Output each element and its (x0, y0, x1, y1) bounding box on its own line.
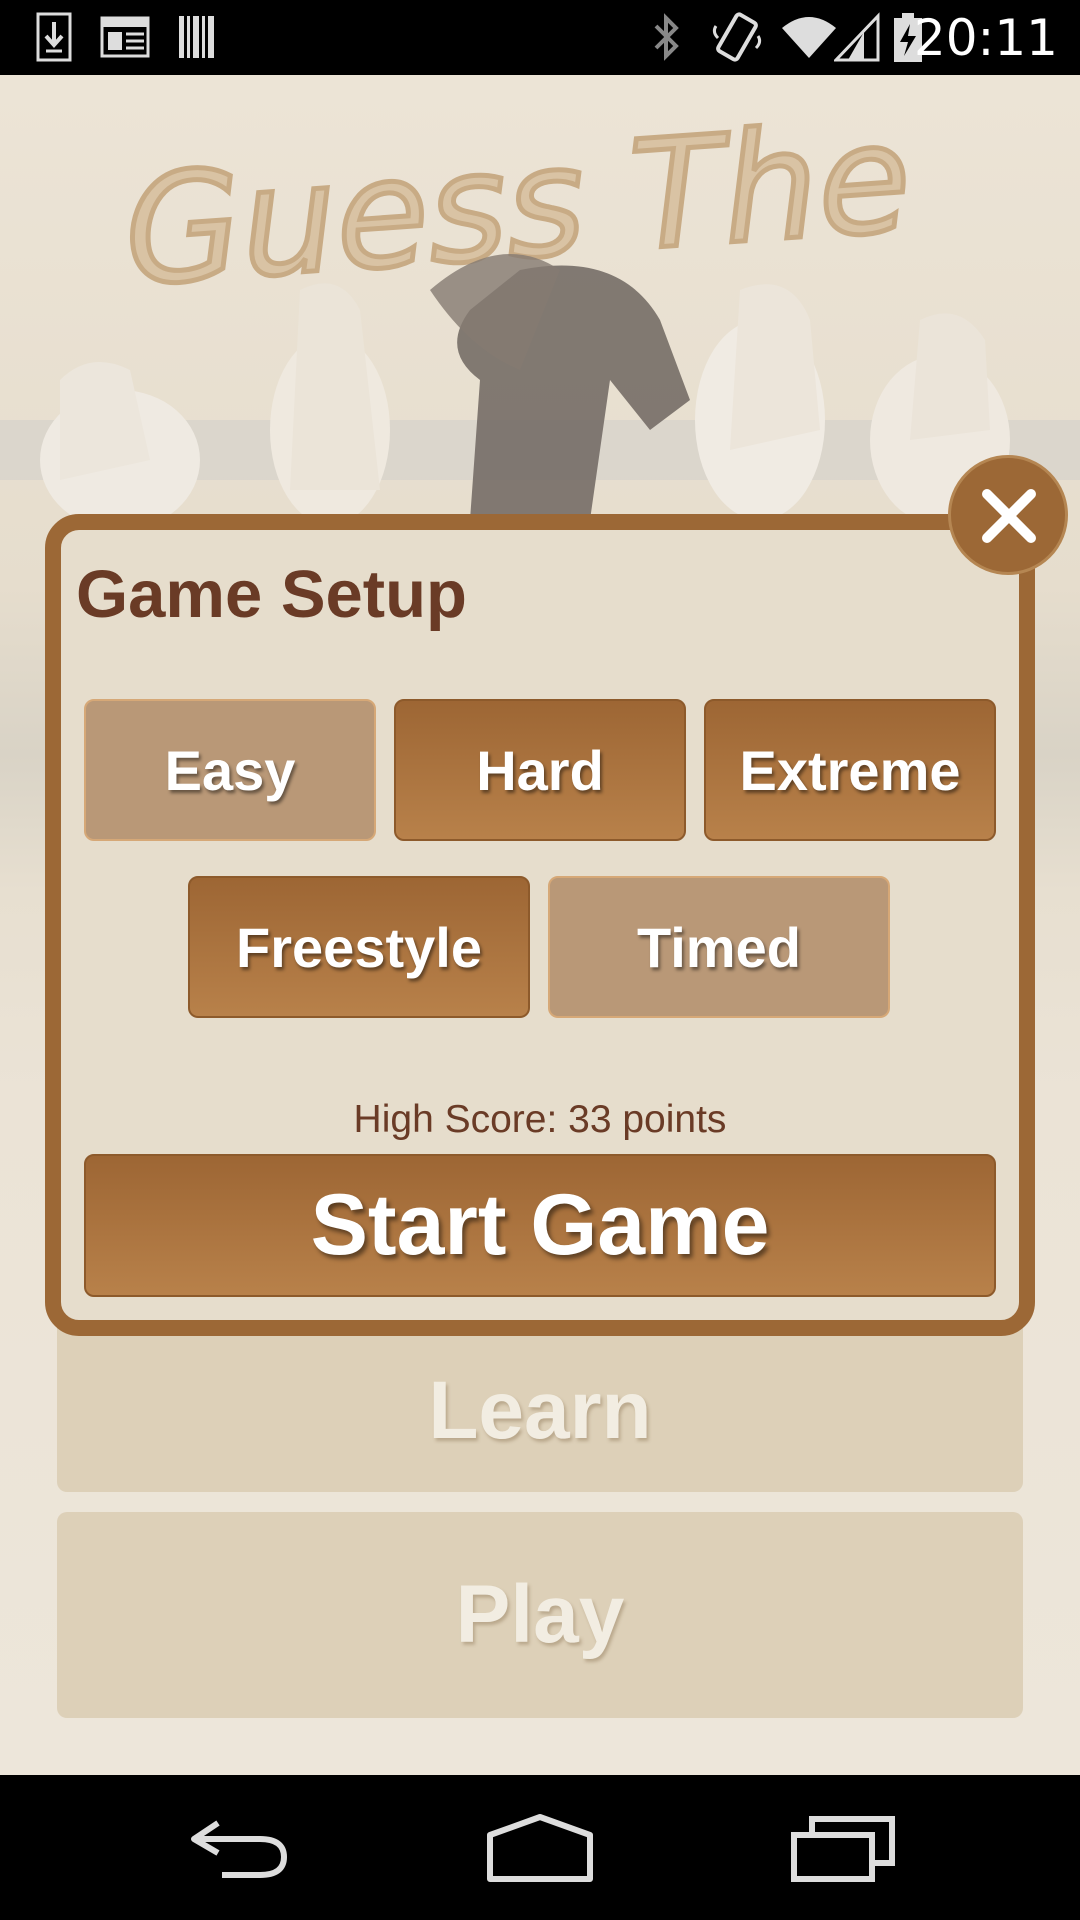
home-icon[interactable] (484, 1813, 596, 1883)
easy-button[interactable]: Easy (84, 699, 376, 841)
vibrate-icon (712, 12, 762, 62)
freestyle-button[interactable]: Freestyle (188, 876, 530, 1018)
clock: 20:11 (913, 9, 1058, 67)
start-game-label: Start Game (310, 1177, 770, 1273)
learn-button-label: Learn (428, 1365, 652, 1456)
news-icon (100, 16, 150, 58)
timed-button[interactable]: Timed (548, 876, 890, 1018)
close-icon (982, 489, 1036, 543)
download-icon (36, 12, 72, 62)
freestyle-button-label: Freestyle (236, 915, 482, 979)
signal-icon (834, 12, 880, 62)
bluetooth-icon (654, 13, 679, 61)
easy-button-label: Easy (164, 738, 296, 802)
start-game-button[interactable]: Start Game (84, 1154, 996, 1297)
timed-button-label: Timed (637, 915, 801, 979)
play-button-label: Play (455, 1569, 625, 1660)
hard-button[interactable]: Hard (394, 699, 686, 841)
dialog-title: Game Setup (76, 557, 467, 632)
hard-button-label: Hard (476, 738, 604, 802)
barcode-icon (179, 16, 214, 58)
recents-icon[interactable] (790, 1813, 898, 1883)
high-score-text: High Score: 33 points (353, 1098, 727, 1141)
extreme-button-label: Extreme (739, 738, 961, 802)
navigation-bar (0, 1775, 1080, 1920)
play-button: Play (57, 1512, 1023, 1718)
close-button[interactable] (948, 455, 1068, 575)
status-bar: 20:11 (0, 0, 1080, 75)
extreme-button[interactable]: Extreme (704, 699, 996, 841)
back-icon[interactable] (188, 1813, 292, 1883)
wifi-icon (782, 17, 836, 58)
horses-illustration (0, 254, 1080, 520)
